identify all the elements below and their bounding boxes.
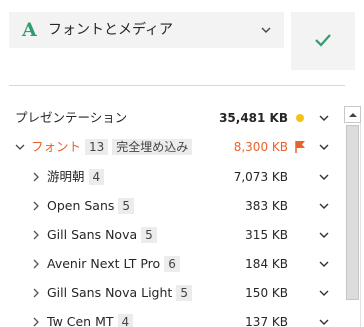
chevron-right-icon[interactable] bbox=[32, 230, 40, 240]
scrollbar-track bbox=[360, 106, 361, 327]
font-media-list: プレゼンテーション 35,481 KB フォント 13 完全埋め込み 8,300 K… bbox=[0, 92, 340, 327]
font-name: 游明朝 bbox=[47, 169, 85, 184]
chevron-right-icon[interactable] bbox=[32, 172, 40, 182]
font-a-icon: A bbox=[22, 19, 37, 41]
font-count-badge: 4 bbox=[88, 169, 105, 185]
font-size: 150 KB bbox=[245, 286, 288, 300]
font-name: Gill Sans Nova Light bbox=[47, 285, 173, 300]
font-name: Avenir Next LT Pro bbox=[47, 256, 161, 271]
font-count-badge: 6 bbox=[164, 256, 180, 272]
fonts-count-badge: 13 bbox=[85, 139, 109, 155]
font-count-badge: 5 bbox=[176, 285, 192, 301]
presentation-row[interactable]: プレゼンテーション 35,481 KB bbox=[0, 104, 340, 133]
chevron-right-icon[interactable] bbox=[32, 201, 40, 211]
font-item-label: 游明朝 4 bbox=[47, 169, 105, 185]
font-size: 184 KB bbox=[245, 257, 288, 271]
header-divider bbox=[9, 85, 345, 86]
font-count-badge: 5 bbox=[118, 198, 135, 214]
confirm-button[interactable] bbox=[291, 12, 355, 70]
font-item-row[interactable]: Tw Cen MT 4 137 KB bbox=[0, 308, 340, 327]
font-item-label: Gill Sans Nova Light 5 bbox=[47, 285, 192, 301]
font-item-label: Gill Sans Nova 5 bbox=[47, 227, 157, 243]
chevron-down-icon[interactable] bbox=[318, 230, 330, 240]
chevron-down-icon[interactable] bbox=[318, 142, 330, 152]
font-count-badge: 5 bbox=[141, 227, 157, 243]
presentation-label: プレゼンテーション bbox=[15, 110, 128, 125]
chevron-down-icon[interactable] bbox=[318, 317, 330, 327]
fonts-group-label: フォント bbox=[31, 139, 82, 154]
font-item-row[interactable]: 游明朝 4 7,073 KB bbox=[0, 163, 340, 192]
font-name: Open Sans bbox=[47, 198, 115, 213]
header: A フォントとメディア bbox=[0, 0, 364, 82]
font-size: 7,073 KB bbox=[233, 170, 288, 184]
chevron-down-icon[interactable] bbox=[318, 288, 330, 298]
dropdown-label: フォントとメディア bbox=[48, 22, 174, 38]
flag-icon bbox=[295, 141, 305, 153]
font-item-label: Tw Cen MT 4 bbox=[47, 314, 134, 327]
presentation-size: 35,481 KB bbox=[219, 111, 288, 125]
fonts-group-row[interactable]: フォント 13 完全埋め込み 8,300 KB bbox=[0, 133, 340, 162]
fonts-size: 8,300 KB bbox=[233, 140, 288, 154]
checkmark-icon bbox=[315, 34, 331, 47]
chevron-right-icon[interactable] bbox=[32, 259, 40, 269]
category-dropdown[interactable]: A フォントとメディア bbox=[9, 12, 284, 48]
font-size: 383 KB bbox=[245, 199, 288, 213]
font-item-row[interactable]: Gill Sans Nova Light 5 150 KB bbox=[0, 279, 340, 308]
scrollbar-thumb[interactable] bbox=[346, 125, 359, 300]
font-item-label: Avenir Next LT Pro 6 bbox=[47, 256, 180, 272]
chevron-down-icon bbox=[261, 27, 271, 33]
fonts-group-label-wrap: フォント 13 完全埋め込み bbox=[31, 139, 193, 155]
scroll-up-button[interactable] bbox=[344, 106, 361, 123]
embed-status-tag: 完全埋め込み bbox=[112, 139, 193, 155]
warning-status-dot-icon bbox=[296, 114, 304, 122]
chevron-right-icon[interactable] bbox=[32, 288, 40, 298]
vertical-scrollbar[interactable] bbox=[344, 106, 361, 327]
font-item-row[interactable]: Gill Sans Nova 5 315 KB bbox=[0, 221, 340, 250]
font-count-badge: 4 bbox=[117, 314, 134, 327]
font-item-label: Open Sans 5 bbox=[47, 198, 135, 214]
caret-up-icon bbox=[349, 113, 357, 117]
font-name: Tw Cen MT bbox=[47, 314, 114, 327]
chevron-down-icon[interactable] bbox=[318, 259, 330, 269]
chevron-down-icon[interactable] bbox=[318, 113, 330, 123]
font-size: 315 KB bbox=[245, 228, 288, 242]
chevron-down-icon[interactable] bbox=[318, 172, 330, 182]
font-name: Gill Sans Nova bbox=[47, 227, 138, 242]
chevron-down-icon[interactable] bbox=[318, 201, 330, 211]
chevron-down-icon[interactable] bbox=[15, 143, 25, 151]
chevron-right-icon[interactable] bbox=[32, 317, 40, 327]
font-size: 137 KB bbox=[245, 315, 288, 327]
font-item-row[interactable]: Avenir Next LT Pro 6 184 KB bbox=[0, 250, 340, 279]
font-item-row[interactable]: Open Sans 5 383 KB bbox=[0, 192, 340, 221]
